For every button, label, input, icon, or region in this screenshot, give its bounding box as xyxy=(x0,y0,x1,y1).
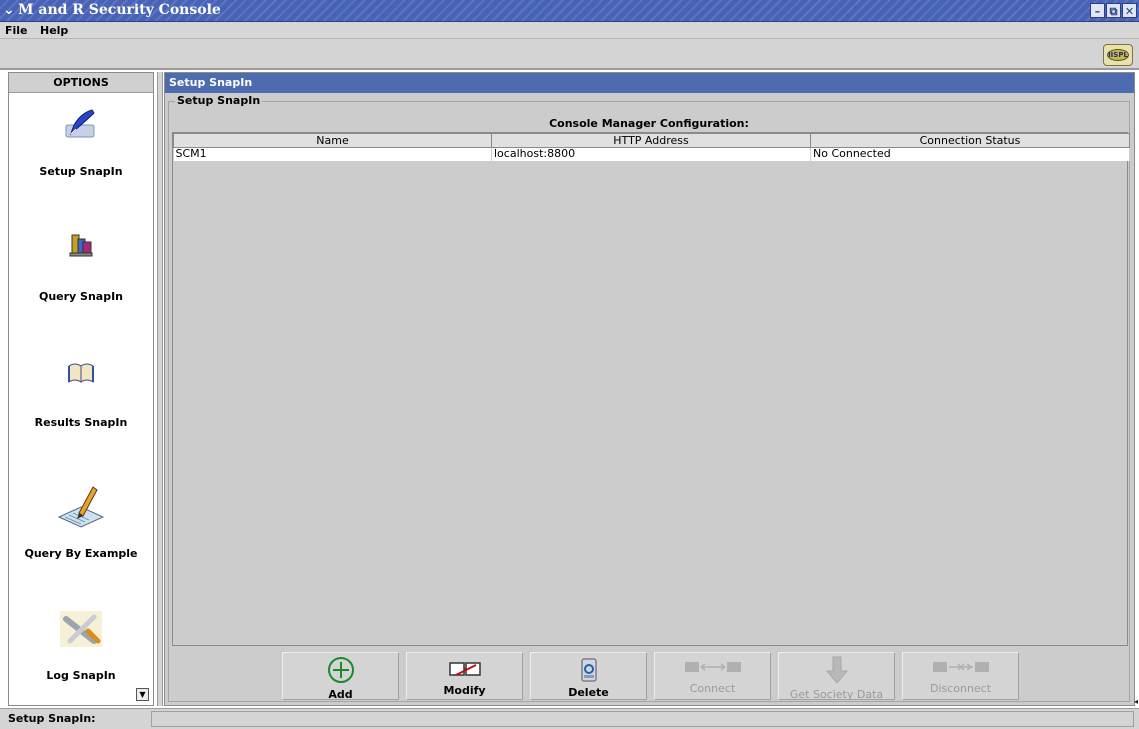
disconnect-label: Disconnect xyxy=(929,682,992,695)
modify-label: Modify xyxy=(443,684,486,697)
option-setup-snapin[interactable]: Setup SnapIn xyxy=(9,95,153,205)
modify-icon xyxy=(448,659,482,682)
option-results-snapin[interactable]: Results SnapIn xyxy=(9,350,153,460)
connect-icon xyxy=(683,659,743,678)
cell-name[interactable]: SCM1 xyxy=(173,147,492,161)
cell-connection-status[interactable]: No Connected xyxy=(810,147,1130,161)
option-label: Setup SnapIn xyxy=(39,165,123,178)
delete-button[interactable]: Delete xyxy=(530,652,647,700)
modify-button[interactable]: Modify xyxy=(406,652,523,700)
action-button-bar: Add Modify Delete Connect Get Society Da… xyxy=(282,652,1022,701)
open-book-icon xyxy=(66,360,96,389)
add-label: Add xyxy=(328,688,353,701)
split-pane-divider[interactable] xyxy=(157,72,163,706)
tools-icon xyxy=(58,609,104,652)
option-label: Query SnapIn xyxy=(38,290,124,303)
scroll-down-icon[interactable]: ▼ xyxy=(136,688,149,701)
feather-quill-icon xyxy=(64,107,98,144)
disconnect-button[interactable]: Disconnect xyxy=(902,652,1019,700)
console-manager-table: Name HTTP Address Connection Status SCM1… xyxy=(172,132,1130,646)
content-header: Setup SnapIn xyxy=(165,73,1134,93)
delete-label: Delete xyxy=(568,686,609,699)
pencil-paper-icon xyxy=(55,483,107,532)
down-arrow-icon xyxy=(825,655,849,688)
option-log-snapin[interactable]: Log SnapIn xyxy=(9,599,153,709)
status-text: Setup SnapIn: xyxy=(8,712,96,725)
add-button[interactable]: Add xyxy=(282,652,399,701)
status-bar: Setup SnapIn: xyxy=(0,708,1139,729)
column-header-connection-status[interactable]: Connection Status xyxy=(810,133,1130,148)
section-title: Console Manager Configuration: xyxy=(549,117,749,130)
option-label: Log SnapIn xyxy=(46,669,116,682)
add-circle-icon xyxy=(326,655,356,688)
window-title: M and R Security Console xyxy=(18,2,221,18)
trash-icon xyxy=(579,657,599,686)
get-society-data-label: Get Society Data xyxy=(789,688,884,701)
setup-snapin-panel: Setup SnapIn Setup SnapIn Console Manage… xyxy=(164,72,1135,706)
option-query-snapin[interactable]: Query SnapIn xyxy=(9,223,153,333)
window-menu-icon[interactable]: ⌄ xyxy=(3,2,15,18)
minimize-button[interactable]: – xyxy=(1090,3,1105,18)
maximize-button[interactable]: ⧉ xyxy=(1106,3,1121,18)
books-icon xyxy=(66,229,96,262)
connect-button[interactable]: Connect xyxy=(654,652,771,700)
options-header: OPTIONS xyxy=(9,73,153,93)
setup-snapin-group: Setup SnapIn Console Manager Configurati… xyxy=(168,94,1130,702)
menu-bar: File Help xyxy=(0,22,1139,39)
collapse-arrow-icon[interactable]: ◂ xyxy=(1134,697,1138,706)
connect-label: Connect xyxy=(689,682,736,695)
title-bar: ⌄ M and R Security Console – ⧉ ✕ xyxy=(0,0,1139,22)
disconnect-icon xyxy=(931,659,991,678)
close-button[interactable]: ✕ xyxy=(1122,3,1137,18)
logo-text: IISPL xyxy=(1107,49,1129,61)
column-header-http-address[interactable]: HTTP Address xyxy=(491,133,811,148)
menu-file[interactable]: File xyxy=(5,24,28,37)
table-row[interactable]: SCM1 localhost:8800 No Connected xyxy=(173,147,1130,161)
option-label: Query By Example xyxy=(24,547,138,560)
group-title: Setup SnapIn xyxy=(175,94,263,107)
toolbar: IISPL xyxy=(0,39,1139,70)
option-query-by-example[interactable]: Query By Example xyxy=(9,475,153,585)
status-field xyxy=(151,711,1134,727)
column-header-name[interactable]: Name xyxy=(173,133,492,148)
menu-help[interactable]: Help xyxy=(40,24,68,37)
cell-http-address[interactable]: localhost:8800 xyxy=(491,147,811,161)
get-society-data-button[interactable]: Get Society Data xyxy=(778,652,895,701)
logo: IISPL xyxy=(1103,44,1133,66)
option-label: Results SnapIn xyxy=(34,416,128,429)
options-panel: OPTIONS Setup SnapIn Query SnapIn Result… xyxy=(8,72,154,706)
